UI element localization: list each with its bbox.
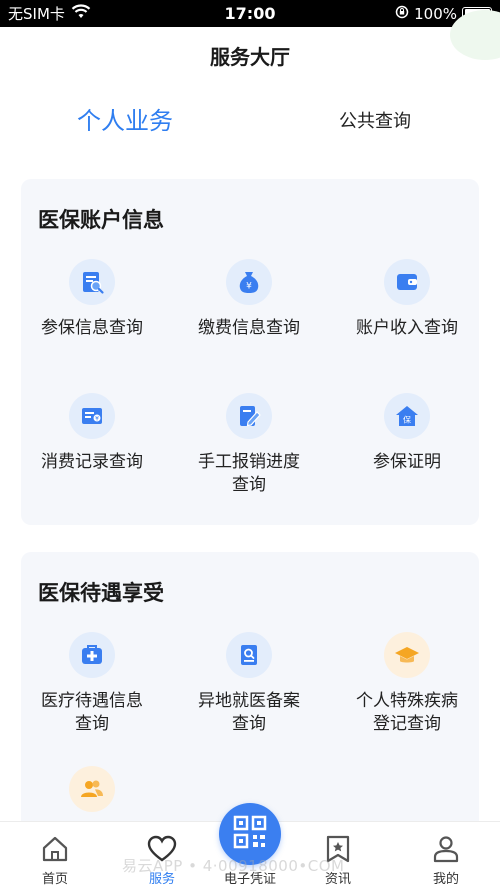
item-label: 异地就医备案查询 (198, 691, 300, 734)
item-consumption-record-query[interactable]: ¥ 消费记录查询 (22, 393, 162, 474)
item-label: 账户收入查询 (356, 318, 458, 338)
item-medical-benefit-info-query[interactable]: 医疗待遇信息查询 (22, 632, 162, 736)
battery-percent: 100% (414, 4, 457, 23)
page-title: 服务大厅 (210, 44, 290, 69)
edit-document-icon (226, 393, 272, 439)
svg-text:¥: ¥ (246, 282, 252, 292)
svg-text:保: 保 (403, 415, 411, 425)
nav-mine[interactable]: 我的 (396, 822, 496, 889)
medical-kit-icon (69, 632, 115, 678)
document-search-icon (69, 259, 115, 305)
section-title: 医保待遇享受 (38, 581, 164, 605)
insurance-house-icon: 保 (384, 393, 430, 439)
tab-personal-business[interactable]: 个人业务 (55, 95, 195, 145)
watermark: 易云APP • 4·00918000•COM (122, 857, 345, 875)
people-icon (69, 766, 115, 812)
nav-label: 我的 (432, 872, 459, 887)
item-account-income-query[interactable]: 账户收入查询 (337, 259, 477, 340)
tab-label: 公共查询 (339, 111, 411, 132)
item-insurance-info-query[interactable]: 参保信息查询 (22, 259, 162, 340)
section-title: 医保账户信息 (38, 208, 164, 232)
item-manual-reimbursement-query[interactable]: 手工报销进度查询 (179, 393, 319, 497)
svg-text:¥: ¥ (95, 416, 99, 423)
orientation-lock-icon (395, 5, 409, 23)
qr-code-icon (233, 815, 267, 853)
item-label: 缴费信息查询 (198, 318, 300, 338)
graduation-cap-icon (384, 632, 430, 678)
home-icon (40, 832, 70, 864)
wifi-icon (71, 4, 91, 23)
item-people-service[interactable] (22, 766, 162, 824)
item-label: 参保证明 (373, 452, 441, 472)
nav-label: 首页 (41, 872, 68, 887)
nav-home[interactable]: 首页 (5, 822, 105, 889)
person-icon (431, 832, 461, 864)
item-label: 个人特殊疾病登记查询 (356, 691, 458, 734)
search-file-icon (226, 632, 272, 678)
tab-label: 个人业务 (77, 107, 173, 135)
item-insurance-certificate[interactable]: 保 参保证明 (337, 393, 477, 474)
section-account-info: 医保账户信息 参保信息查询 ¥ 缴费信息查询 账户收入查询 ¥ 消费记录查询 手… (21, 179, 479, 525)
carrier-label: 无SIM卡 (8, 5, 65, 23)
item-payment-info-query[interactable]: ¥ 缴费信息查询 (179, 259, 319, 340)
item-label: 参保信息查询 (41, 318, 143, 338)
wallet-icon (384, 259, 430, 305)
section-medical-benefits: 医保待遇享受 医疗待遇信息查询 异地就医备案查询 个人特殊疾病登记查询 (21, 552, 479, 842)
tab-bar: 个人业务 公共查询 (0, 95, 500, 155)
tab-public-query[interactable]: 公共查询 (305, 95, 445, 145)
item-special-disease-registration-query[interactable]: 个人特殊疾病登记查询 (337, 632, 477, 736)
item-label: 医疗待遇信息查询 (41, 691, 143, 734)
item-offsite-medical-filing-query[interactable]: 异地就医备案查询 (179, 632, 319, 736)
money-bag-icon: ¥ (226, 259, 272, 305)
status-bar: 无SIM卡 17:00 100% (0, 0, 500, 27)
item-label: 消费记录查询 (41, 452, 143, 472)
item-label: 手工报销进度查询 (198, 452, 300, 495)
bill-icon: ¥ (69, 393, 115, 439)
